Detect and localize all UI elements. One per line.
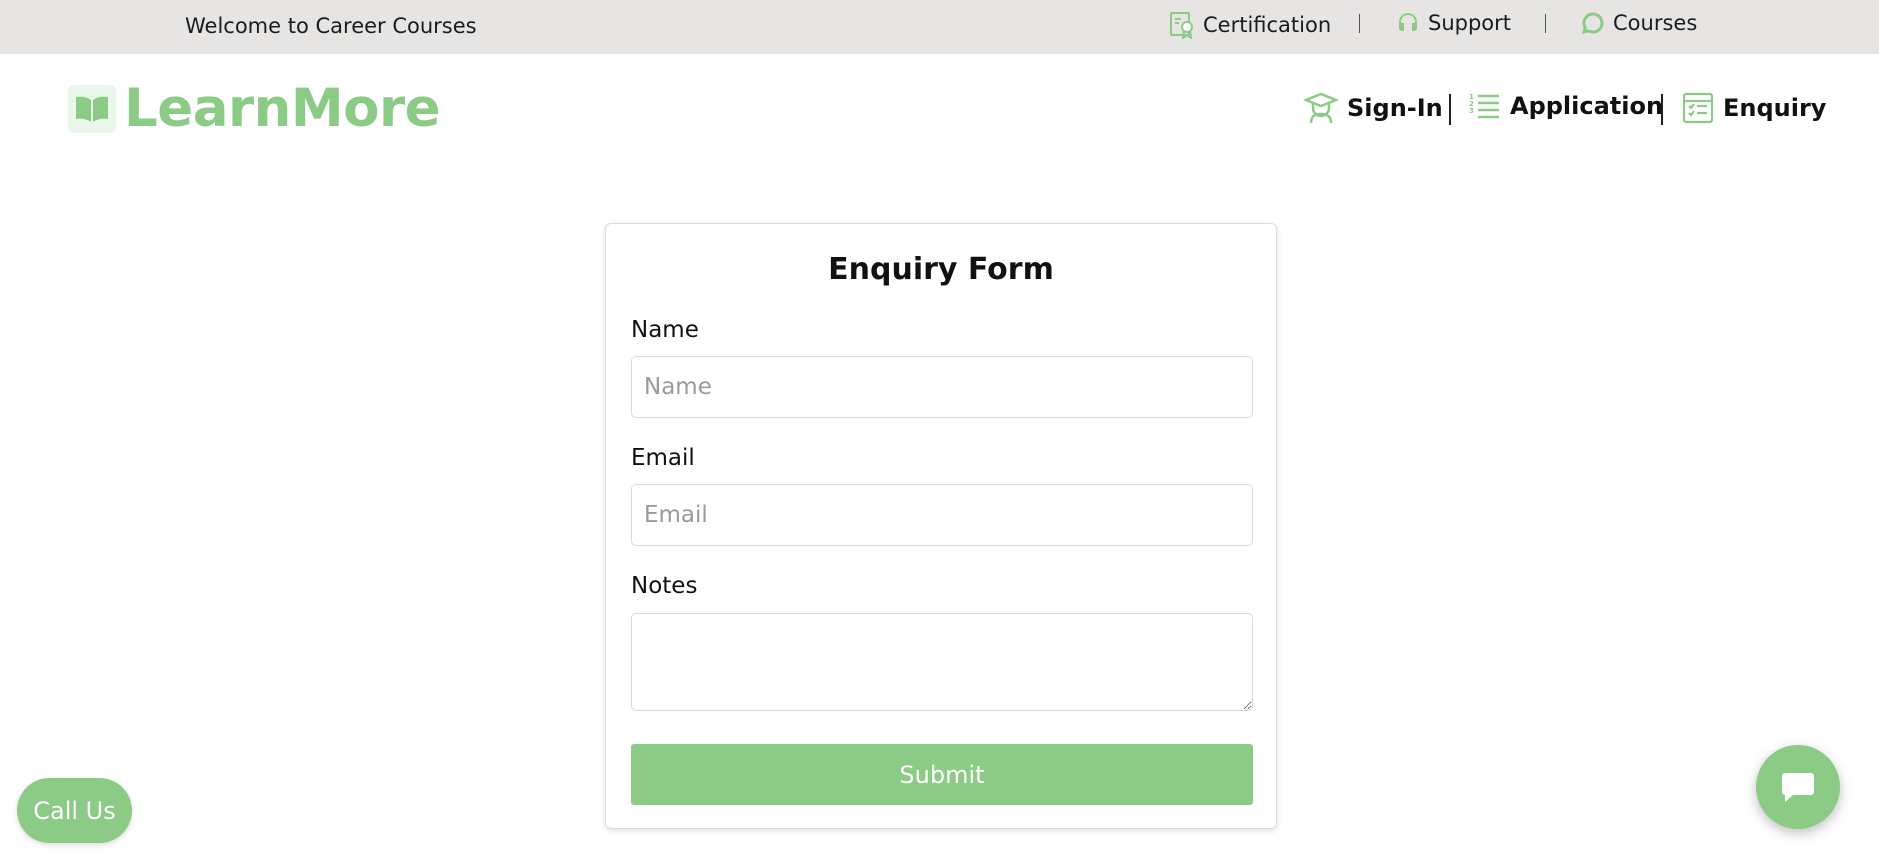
form-icon xyxy=(1682,92,1714,124)
email-input[interactable] xyxy=(631,484,1253,546)
nav-enquiry-label: Enquiry xyxy=(1723,94,1827,122)
notes-label: Notes xyxy=(631,573,698,599)
headset-icon xyxy=(1399,13,1417,31)
nav-divider xyxy=(1661,94,1663,125)
nav-application-label: Application xyxy=(1510,92,1664,120)
chat-icon xyxy=(1782,773,1814,802)
courses-label: Courses xyxy=(1613,11,1698,35)
chat-button[interactable] xyxy=(1756,745,1840,829)
welcome-text: Welcome to Career Courses xyxy=(185,14,477,38)
email-label: Email xyxy=(631,445,695,471)
certificate-icon xyxy=(1170,12,1193,39)
nav-enquiry[interactable]: Enquiry xyxy=(1682,92,1826,124)
svg-text:3: 3 xyxy=(1469,107,1474,115)
nav-sign-in[interactable]: Sign-In xyxy=(1304,92,1443,124)
notes-textarea[interactable] xyxy=(631,613,1253,711)
name-input[interactable] xyxy=(631,356,1253,418)
name-label: Name xyxy=(631,317,699,343)
call-us-button[interactable]: Call Us xyxy=(17,778,132,843)
courses-link[interactable]: Courses xyxy=(1581,11,1697,35)
nav-divider xyxy=(1449,94,1451,125)
top-bar: Welcome to Career Courses Certification … xyxy=(0,0,1879,54)
brand-logo[interactable]: LearnMore xyxy=(68,78,441,139)
nav-sign-in-label: Sign-In xyxy=(1347,94,1443,122)
top-divider xyxy=(1359,14,1360,33)
book-icon xyxy=(68,84,116,133)
form-title: Enquiry Form xyxy=(828,252,1054,287)
main-header: LearnMore Sign-In 1 2 3 Application Enqu… xyxy=(0,54,1879,164)
top-divider xyxy=(1545,14,1546,33)
certification-link[interactable]: Certification xyxy=(1169,11,1331,39)
graduate-icon xyxy=(1304,92,1338,124)
nav-application[interactable]: 1 2 3 Application xyxy=(1469,92,1663,120)
enquiry-form-card: Enquiry Form Name Email Notes Submit xyxy=(605,223,1277,829)
certification-label: Certification xyxy=(1203,13,1332,37)
list-icon: 1 2 3 xyxy=(1469,93,1499,119)
chat-bubble-icon xyxy=(1581,12,1604,35)
brand-name: LearnMore xyxy=(124,78,441,139)
submit-button[interactable]: Submit xyxy=(631,744,1253,805)
support-label: Support xyxy=(1428,11,1512,35)
support-link[interactable]: Support xyxy=(1396,11,1511,35)
